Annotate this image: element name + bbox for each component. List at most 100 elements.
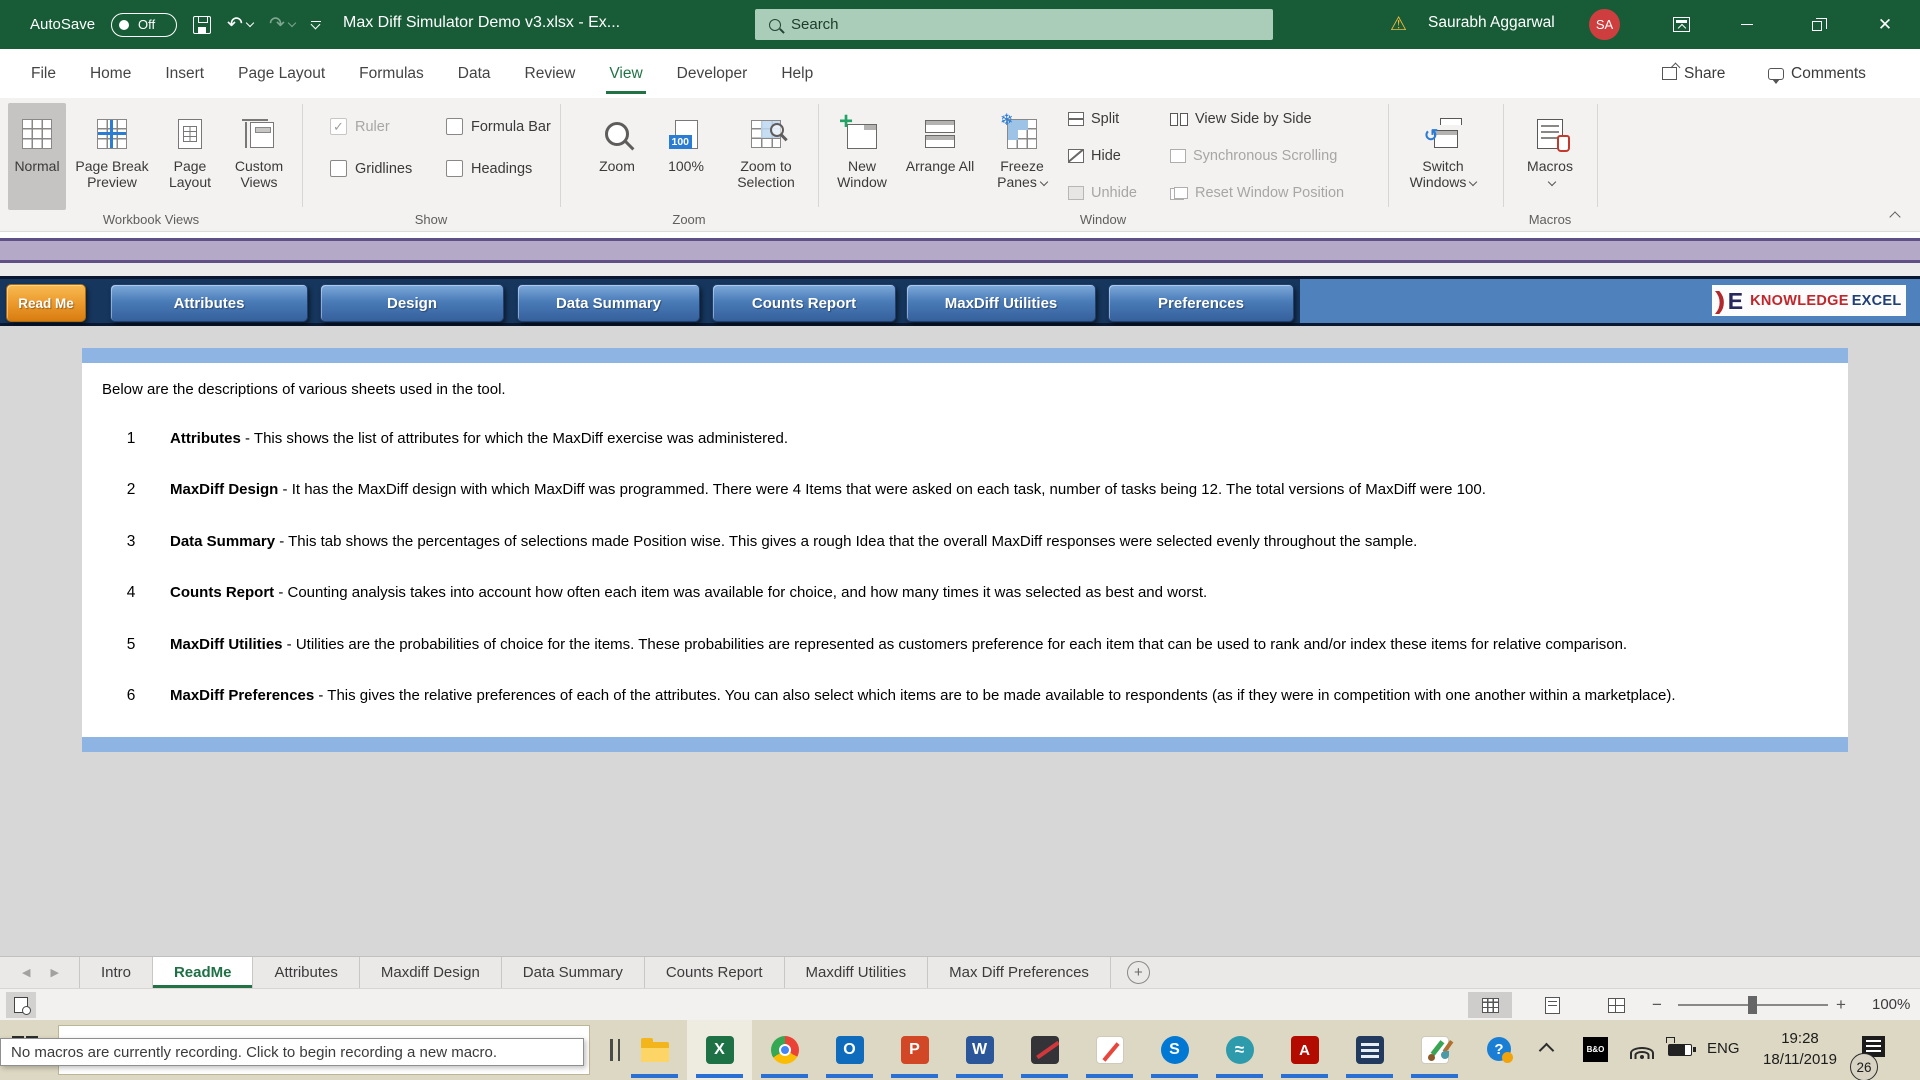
warning-icon[interactable]: ⚠ <box>1390 13 1407 36</box>
sheet-tab-maxdiff-utilities[interactable]: Maxdiff Utilities <box>785 957 929 988</box>
gridlines-checkbox[interactable]: Gridlines <box>330 160 412 177</box>
save-icon[interactable] <box>193 16 211 34</box>
undo-button[interactable]: ↶ <box>227 13 253 36</box>
logo-mark-icon: ) <box>1715 290 1725 312</box>
taskbar-app-chrome[interactable] <box>752 1020 817 1080</box>
sheet-scroll-left-icon[interactable]: ◀ <box>22 966 30 979</box>
tab-file[interactable]: File <box>14 49 73 98</box>
ribbon-tab-row: File Home Insert Page Layout Formulas Da… <box>0 49 1920 98</box>
normal-view-status-button[interactable] <box>1468 992 1512 1018</box>
restore-button[interactable] <box>1794 0 1840 49</box>
sheet-scroll-right-icon[interactable]: ▶ <box>50 966 58 979</box>
unhide-button[interactable]: Unhide <box>1068 185 1137 201</box>
taskbar-app-pen[interactable] <box>1077 1020 1142 1080</box>
wifi-icon[interactable] <box>1629 1040 1655 1059</box>
ribbon-display-options-button[interactable] <box>1658 0 1704 49</box>
share-button[interactable]: Share <box>1662 49 1725 98</box>
zoom-out-button[interactable]: − <box>1652 995 1662 1015</box>
headings-checkbox[interactable]: Headings <box>446 160 532 177</box>
collapse-ribbon-button[interactable] <box>1884 207 1906 223</box>
zoom-to-selection-button[interactable]: Zoom to Selection <box>722 103 810 210</box>
zoom-in-button[interactable]: + <box>1836 995 1846 1015</box>
task-view-button[interactable] <box>610 1039 620 1061</box>
page-layout-status-button[interactable] <box>1530 992 1574 1018</box>
reset-window-position-button[interactable]: Reset Window Position <box>1170 185 1344 201</box>
tab-review[interactable]: Review <box>508 49 593 98</box>
taskbar-app-outlook[interactable]: O <box>817 1020 882 1080</box>
tray-chevron-up-icon[interactable] <box>1539 1043 1555 1059</box>
sheet-tab-intro[interactable]: Intro <box>79 957 153 988</box>
nav-button-preferences[interactable]: Preferences <box>1108 284 1294 322</box>
new-sheet-button[interactable]: + <box>1127 961 1150 984</box>
brush-tray-icon[interactable] <box>1438 1039 1458 1061</box>
arrange-all-button[interactable]: Arrange All <box>904 103 976 210</box>
hide-button[interactable]: Hide <box>1068 148 1121 164</box>
taskbar-app-word[interactable]: W <box>947 1020 1012 1080</box>
normal-view-button[interactable]: Normal <box>8 103 66 210</box>
new-window-button[interactable]: + New Window <box>826 103 898 210</box>
view-side-by-side-button[interactable]: View Side by Side <box>1170 111 1312 127</box>
tab-data[interactable]: Data <box>441 49 508 98</box>
nav-button-design[interactable]: Design <box>320 284 504 322</box>
page-layout-view-button[interactable]: Page Layout <box>158 103 222 210</box>
battery-icon[interactable] <box>1668 1044 1692 1056</box>
taskbar-app-game[interactable] <box>1012 1020 1077 1080</box>
customize-quick-access-button[interactable] <box>311 21 321 29</box>
tab-help[interactable]: Help <box>764 49 830 98</box>
minimize-button[interactable] <box>1724 0 1770 49</box>
taskbar-app-acrobat[interactable]: A <box>1272 1020 1337 1080</box>
comments-button[interactable]: Comments <box>1768 49 1866 98</box>
sheet-tab-counts-report[interactable]: Counts Report <box>645 957 785 988</box>
tab-home[interactable]: Home <box>73 49 148 98</box>
help-tray-icon[interactable]: ? <box>1487 1037 1511 1061</box>
zoom-level[interactable]: 100% <box>1872 996 1910 1013</box>
synchronous-scrolling-button[interactable]: Synchronous Scrolling <box>1170 148 1337 164</box>
tab-page-layout[interactable]: Page Layout <box>221 49 342 98</box>
split-button[interactable]: Split <box>1068 111 1119 127</box>
sheet-tab-data-summary[interactable]: Data Summary <box>502 957 645 988</box>
tab-developer[interactable]: Developer <box>660 49 765 98</box>
taskbar-app-excel[interactable]: X <box>687 1020 752 1080</box>
formula-bar-checkbox[interactable]: Formula Bar <box>446 118 551 135</box>
sheet-tab-max-diff-preferences[interactable]: Max Diff Preferences <box>928 957 1111 988</box>
sheet-tab-readme[interactable]: ReadMe <box>153 957 254 988</box>
ruler-checkbox[interactable]: ✓ Ruler <box>330 118 390 135</box>
taskbar-app-skype[interactable]: S <box>1142 1020 1207 1080</box>
redo-button[interactable]: ↷ <box>269 13 295 36</box>
language-indicator[interactable]: ENG <box>1707 1040 1740 1057</box>
switch-windows-button[interactable]: ↺ Switch Windows <box>1398 103 1488 210</box>
nav-button-counts-report[interactable]: Counts Report <box>712 284 896 322</box>
taskbar-app-powerpoint[interactable]: P <box>882 1020 947 1080</box>
nav-button-attributes[interactable]: Attributes <box>110 284 308 322</box>
freeze-panes-button[interactable]: ❄ Freeze Panes <box>982 103 1062 210</box>
search-input[interactable]: Search <box>755 9 1273 40</box>
bo-audio-tray-icon[interactable]: B&O <box>1583 1037 1608 1062</box>
autosave-toggle[interactable]: Off <box>111 13 177 37</box>
close-button[interactable]: ✕ <box>1862 0 1908 49</box>
ribbon: Normal Page Break Preview Page Layout Cu… <box>0 98 1920 232</box>
taskbar-app-file-explorer[interactable] <box>622 1020 687 1080</box>
zoom-button[interactable]: Zoom <box>586 103 648 210</box>
clock[interactable]: 19:28 18/11/2019 <box>1752 1028 1848 1070</box>
nav-button-maxdiff-utilities[interactable]: MaxDiff Utilities <box>906 284 1096 322</box>
sheet-tab-attributes[interactable]: Attributes <box>253 957 359 988</box>
avatar[interactable]: SA <box>1589 9 1620 40</box>
zoom-slider-handle[interactable] <box>1748 996 1757 1014</box>
page-break-status-button[interactable] <box>1594 992 1638 1018</box>
tab-insert[interactable]: Insert <box>148 49 221 98</box>
taskbar-app-waves[interactable]: ≈ <box>1207 1020 1272 1080</box>
zoom-100-button[interactable]: 100 100% <box>656 103 716 210</box>
taskbar-app-keys[interactable] <box>1337 1020 1402 1080</box>
tab-formulas[interactable]: Formulas <box>342 49 441 98</box>
group-show: ✓ Ruler Formula Bar Gridlines Headings S… <box>302 98 560 232</box>
nav-button-data-summary[interactable]: Data Summary <box>517 284 700 322</box>
page-break-preview-button[interactable]: Page Break Preview <box>68 103 156 210</box>
macro-record-button[interactable] <box>6 992 36 1018</box>
sheet-tab-maxdiff-design[interactable]: Maxdiff Design <box>360 957 502 988</box>
group-macros: Macros Macros <box>1503 98 1597 232</box>
user-name[interactable]: Saurabh Aggarwal <box>1428 14 1555 32</box>
nav-button-read-me[interactable]: Read Me <box>6 284 86 322</box>
macros-button[interactable]: Macros <box>1514 103 1586 210</box>
custom-views-button[interactable]: Custom Views <box>224 103 294 210</box>
tab-view[interactable]: View <box>592 49 659 98</box>
